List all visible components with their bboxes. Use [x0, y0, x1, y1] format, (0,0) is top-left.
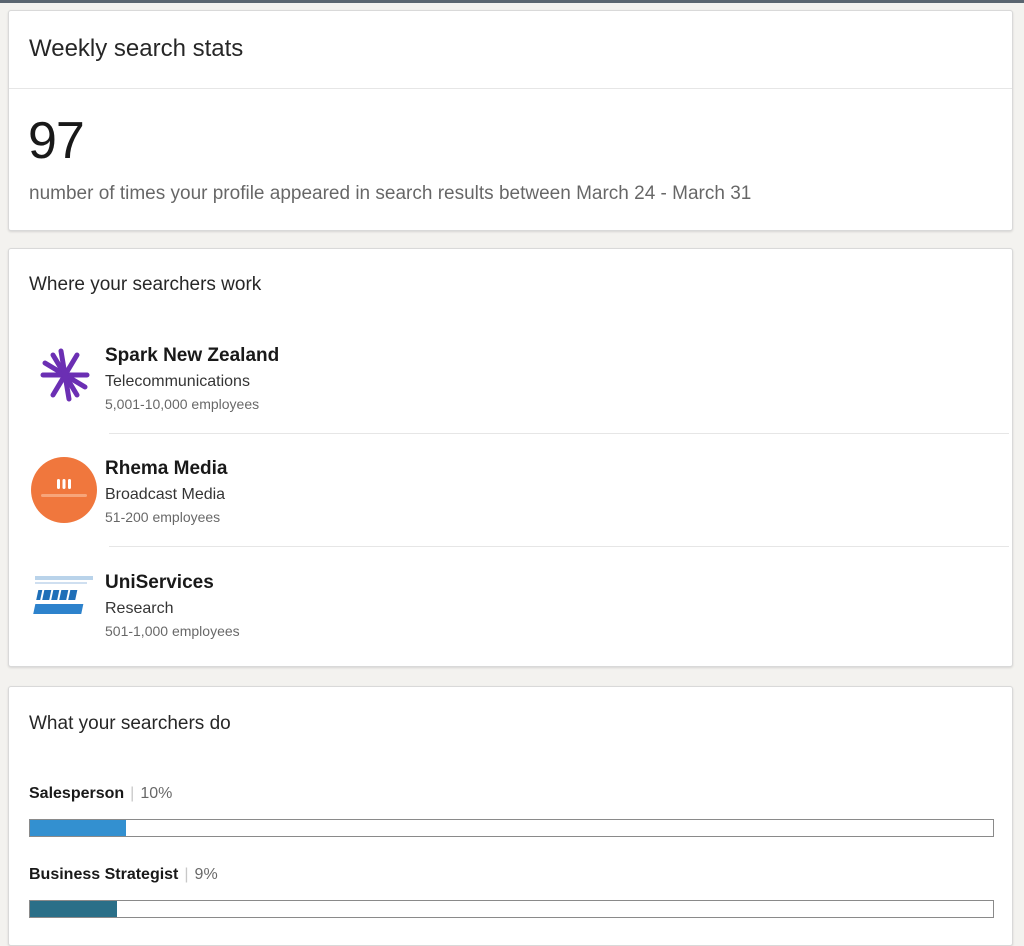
search-appearances-description: number of times your profile appeared in…	[29, 183, 752, 204]
company-name[interactable]: UniServices	[105, 572, 214, 594]
searchers-roles-card: What your searchers do Salesperson | 10% B…	[8, 686, 1013, 946]
role-progress-bar	[29, 900, 994, 918]
role-progress-fill	[30, 901, 117, 917]
searchers-companies-card: Where your searchers work Spark New Zeal…	[8, 248, 1013, 667]
company-size: 501-1,000 employees	[105, 623, 240, 639]
companies-section-title: Where your searchers work	[29, 274, 262, 295]
roles-section-title: What your searchers do	[29, 713, 231, 734]
company-name[interactable]: Spark New Zealand	[105, 345, 279, 367]
company-name[interactable]: Rhema Media	[105, 458, 227, 480]
company-list-item[interactable]: Spark New Zealand Telecommunications 5,0…	[9, 345, 1012, 457]
separator: |	[130, 785, 135, 802]
search-appearances-count: 97	[28, 112, 85, 170]
company-list-item[interactable]: UniServices Research 501-1,000 employees	[9, 572, 1012, 684]
top-border	[0, 0, 1024, 3]
role-label: Salesperson | 10%	[29, 785, 172, 803]
company-industry: Telecommunications	[105, 373, 250, 390]
role-progress-bar	[29, 819, 994, 837]
role-name: Business Strategist	[29, 866, 179, 883]
company-industry: Broadcast Media	[105, 486, 226, 503]
company-industry: Research	[105, 600, 174, 617]
company-size: 51-200 employees	[105, 509, 221, 525]
spark-star-logo-icon	[29, 345, 99, 415]
role-label: Business Strategist | 9%	[29, 866, 218, 884]
role-name: Salesperson	[29, 785, 125, 802]
weekly-stats-title: Weekly search stats	[29, 35, 244, 62]
role-percent: 9%	[194, 866, 218, 883]
company-size: 5,001-10,000 employees	[105, 396, 260, 412]
divider	[109, 433, 1009, 434]
role-progress-fill	[30, 820, 127, 836]
divider	[109, 546, 1009, 547]
role-percent: 10%	[140, 785, 173, 802]
card-header: Weekly search stats	[9, 11, 1012, 89]
separator: |	[184, 866, 189, 883]
weekly-search-stats-card: Weekly search stats 97 number of times y…	[8, 10, 1013, 231]
uniservices-ideas-logo-icon	[29, 568, 99, 638]
rhema-circle-logo-icon	[31, 457, 97, 523]
company-list-item[interactable]: Rhema Media Broadcast Media 51-200 emplo…	[9, 457, 1012, 570]
